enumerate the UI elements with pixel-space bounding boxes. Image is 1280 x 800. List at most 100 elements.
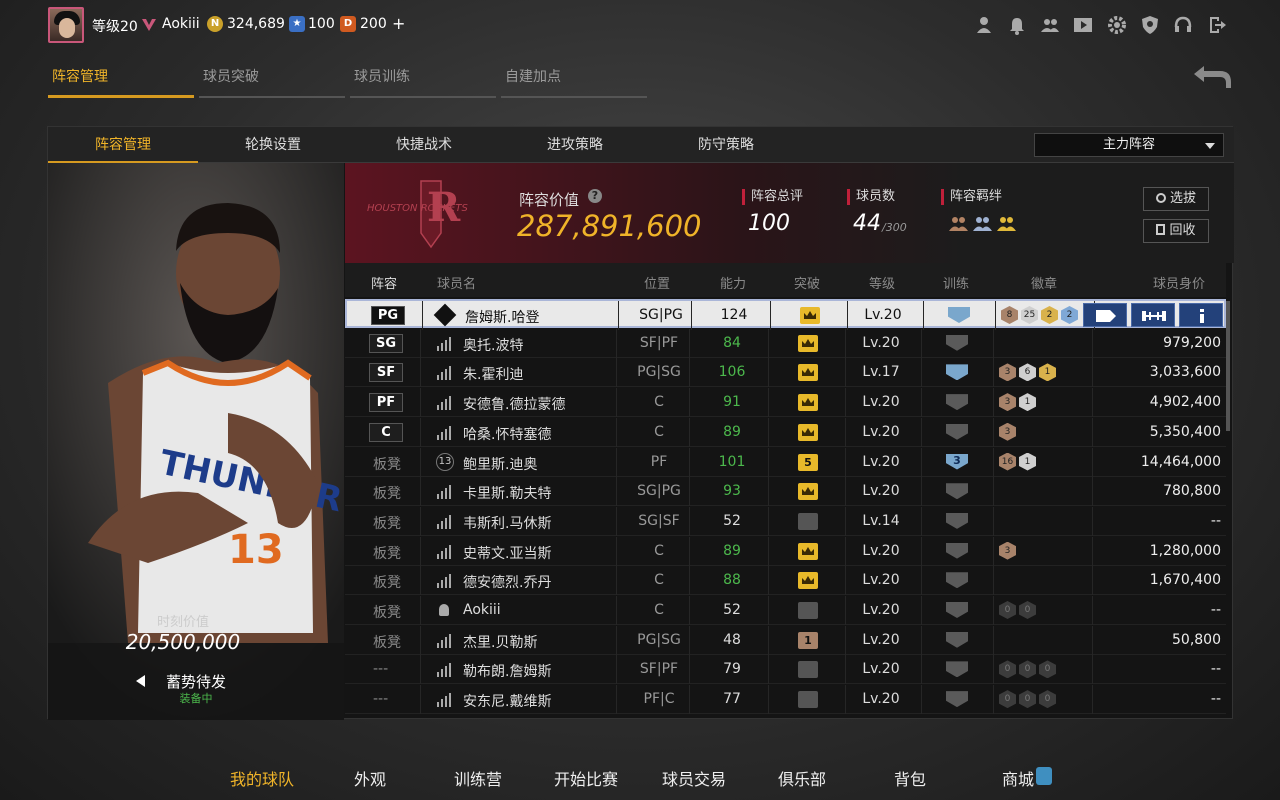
training-shield-icon[interactable] xyxy=(948,307,970,323)
headset-icon[interactable] xyxy=(1173,15,1193,35)
training-shield-icon[interactable] xyxy=(946,572,968,589)
tab-offense[interactable]: 进攻策略 xyxy=(500,127,650,163)
player-price: 1,280,000 xyxy=(1149,542,1221,559)
player-position: SF|PF xyxy=(639,661,679,678)
column-divider xyxy=(420,685,421,715)
column-divider xyxy=(993,596,994,625)
shield-icon[interactable] xyxy=(1140,15,1160,35)
table-row[interactable]: PG 詹姆斯.哈登 SG|PG 124 Lv.20 8 25 2 2 xyxy=(345,299,1226,330)
nav-start-game[interactable]: 开始比赛 xyxy=(554,766,618,790)
exit-icon[interactable] xyxy=(1207,15,1227,35)
training-shield-icon[interactable] xyxy=(946,364,968,381)
training-level[interactable]: 3 xyxy=(946,453,968,470)
prev-arrow-icon[interactable] xyxy=(136,675,145,687)
bottom-nav: 我的球队 外观 训练营 开始比赛 球员交易 俱乐部 背包 商城 xyxy=(0,752,1280,800)
column-divider xyxy=(993,506,994,536)
tab-rotation[interactable]: 轮换设置 xyxy=(198,127,348,163)
column-divider xyxy=(420,477,421,507)
player-level: Lv.20 xyxy=(862,394,900,411)
train-button[interactable] xyxy=(1131,303,1175,327)
player-level: Lv.20 xyxy=(862,483,900,500)
training-shield-icon[interactable] xyxy=(946,423,968,440)
tab-lineup-management[interactable]: 阵容管理 xyxy=(48,62,194,98)
table-row[interactable]: --- 勒布朗.詹姆斯 SF|PF 79 Lv.20 0 0 0 -- xyxy=(345,655,1226,685)
column-divider xyxy=(1092,388,1093,418)
player-name: 德安德烈.乔丹 xyxy=(463,575,552,592)
help-icon[interactable]: ? xyxy=(588,189,602,203)
scrollbar[interactable] xyxy=(1226,301,1230,431)
training-shield-icon[interactable] xyxy=(946,542,968,559)
lineup-dropdown[interactable]: 主力阵容 xyxy=(1034,133,1224,157)
breakthrough-crown-icon xyxy=(798,542,818,560)
column-divider xyxy=(993,358,994,388)
player-ability: 52 xyxy=(723,512,741,529)
lineup-tabs: 阵容管理 轮换设置 快捷战术 进攻策略 防守策略 主力阵容 xyxy=(48,127,1234,163)
player-level: Lv.20 xyxy=(862,334,900,351)
tab-custom-points[interactable]: 自建加点 xyxy=(501,62,647,98)
avatar[interactable] xyxy=(48,7,84,43)
tab-player-breakthrough[interactable]: 球员突破 xyxy=(199,62,345,98)
column-divider xyxy=(1092,685,1093,715)
friends-icon[interactable] xyxy=(1040,15,1060,35)
add-currency-button[interactable]: + xyxy=(392,14,405,33)
nav-training-camp[interactable]: 训练营 xyxy=(454,766,502,790)
nav-store[interactable]: 商城 xyxy=(1002,766,1034,790)
profile-icon[interactable] xyxy=(974,15,994,35)
signal-icon xyxy=(437,425,453,440)
level-label: 等级20 xyxy=(92,19,138,35)
pick-button[interactable]: 选拔 xyxy=(1143,187,1209,211)
training-shield-icon[interactable] xyxy=(946,334,968,351)
column-divider xyxy=(847,301,848,330)
gear-icon[interactable] xyxy=(1107,15,1127,35)
table-row[interactable]: SG 奥托.波特 SF|PF 84 Lv.20 979,200 xyxy=(345,328,1226,358)
training-shield-icon[interactable] xyxy=(946,512,968,529)
table-row[interactable]: 板凳 韦斯利.马休斯 SG|SF 52 Lv.14 -- xyxy=(345,506,1226,536)
training-shield-icon[interactable] xyxy=(946,602,968,618)
player-portrait[interactable]: THUNDER 13 时刻价值 20,500,000 蓄势待发 装备中 xyxy=(48,163,344,720)
column-divider xyxy=(689,506,690,536)
tab-lineup[interactable]: 阵容管理 xyxy=(48,127,198,163)
video-icon[interactable] xyxy=(1073,15,1093,35)
recycle-button[interactable]: 回收 xyxy=(1143,219,1209,243)
column-divider xyxy=(993,625,994,655)
table-row[interactable]: 板凳 德安德烈.乔丹 C 88 Lv.20 1,670,400 xyxy=(345,566,1226,596)
player-name: 勒布朗.詹姆斯 xyxy=(463,664,552,681)
nav-appearance[interactable]: 外观 xyxy=(354,766,386,790)
info-button[interactable] xyxy=(1179,303,1223,327)
badge-icon: 2 xyxy=(1041,306,1058,324)
swap-button[interactable] xyxy=(1083,303,1127,327)
training-shield-icon[interactable] xyxy=(946,661,968,678)
tab-defense[interactable]: 防守策略 xyxy=(651,127,801,163)
rating-label: 阵容总评 xyxy=(742,189,803,205)
table-row[interactable]: 板凳 史蒂文.亚当斯 C 89 Lv.20 3 1,280,000 xyxy=(345,536,1226,566)
training-shield-icon[interactable] xyxy=(946,394,968,411)
training-shield-icon[interactable] xyxy=(946,483,968,500)
table-row[interactable]: PF 安德鲁.德拉蒙德 C 91 Lv.20 3 1 4,902,400 xyxy=(345,388,1226,418)
nav-backpack[interactable]: 背包 xyxy=(894,766,926,790)
table-row[interactable]: C 哈桑.怀特塞德 C 89 Lv.20 3 5,350,400 xyxy=(345,417,1226,447)
table-row[interactable]: --- 安东尼.戴维斯 PF|C 77 Lv.20 0 0 0 -- xyxy=(345,685,1226,715)
lineup-dropdown-value: 主力阵容 xyxy=(1102,137,1155,152)
nav-club[interactable]: 俱乐部 xyxy=(778,766,826,790)
table-row[interactable]: 板凳 Aokiii C 52 Lv.20 0 0 -- xyxy=(345,596,1226,625)
nav-my-team[interactable]: 我的球队 xyxy=(230,766,294,790)
training-shield-icon[interactable] xyxy=(946,691,968,708)
training-shield-icon[interactable] xyxy=(946,631,968,648)
rank-icon xyxy=(141,16,157,32)
bell-icon[interactable] xyxy=(1007,15,1027,35)
player-position: SG|SF xyxy=(638,512,680,529)
column-divider xyxy=(768,566,769,596)
table-row[interactable]: 板凳 卡里斯.勒夫特 SG|PG 93 Lv.20 780,800 xyxy=(345,477,1226,507)
nav-player-trade[interactable]: 球员交易 xyxy=(662,766,726,790)
logo-text: HOUSTON ROCKETS xyxy=(367,203,468,214)
table-row[interactable]: 板凳 13 鲍里斯.迪奥 PF 101 5 Lv.20 3 16 1 14,464,000 xyxy=(345,447,1226,477)
back-arrow-icon[interactable] xyxy=(1190,62,1234,92)
player-name: 韦斯利.马休斯 xyxy=(463,515,552,532)
tab-quick-tactics[interactable]: 快捷战术 xyxy=(349,127,499,163)
player-ability: 101 xyxy=(718,453,746,470)
table-row[interactable]: SF 朱.霍利迪 PG|SG 106 Lv.17 3 6 1 3,033,600 xyxy=(345,358,1226,388)
column-divider xyxy=(689,358,690,388)
table-row[interactable]: 板凳 杰里.贝勒斯 PG|SG 48 1 Lv.20 50,800 xyxy=(345,625,1226,655)
badge-icon: 1 xyxy=(1039,363,1056,382)
tab-player-training[interactable]: 球员训练 xyxy=(350,62,496,98)
